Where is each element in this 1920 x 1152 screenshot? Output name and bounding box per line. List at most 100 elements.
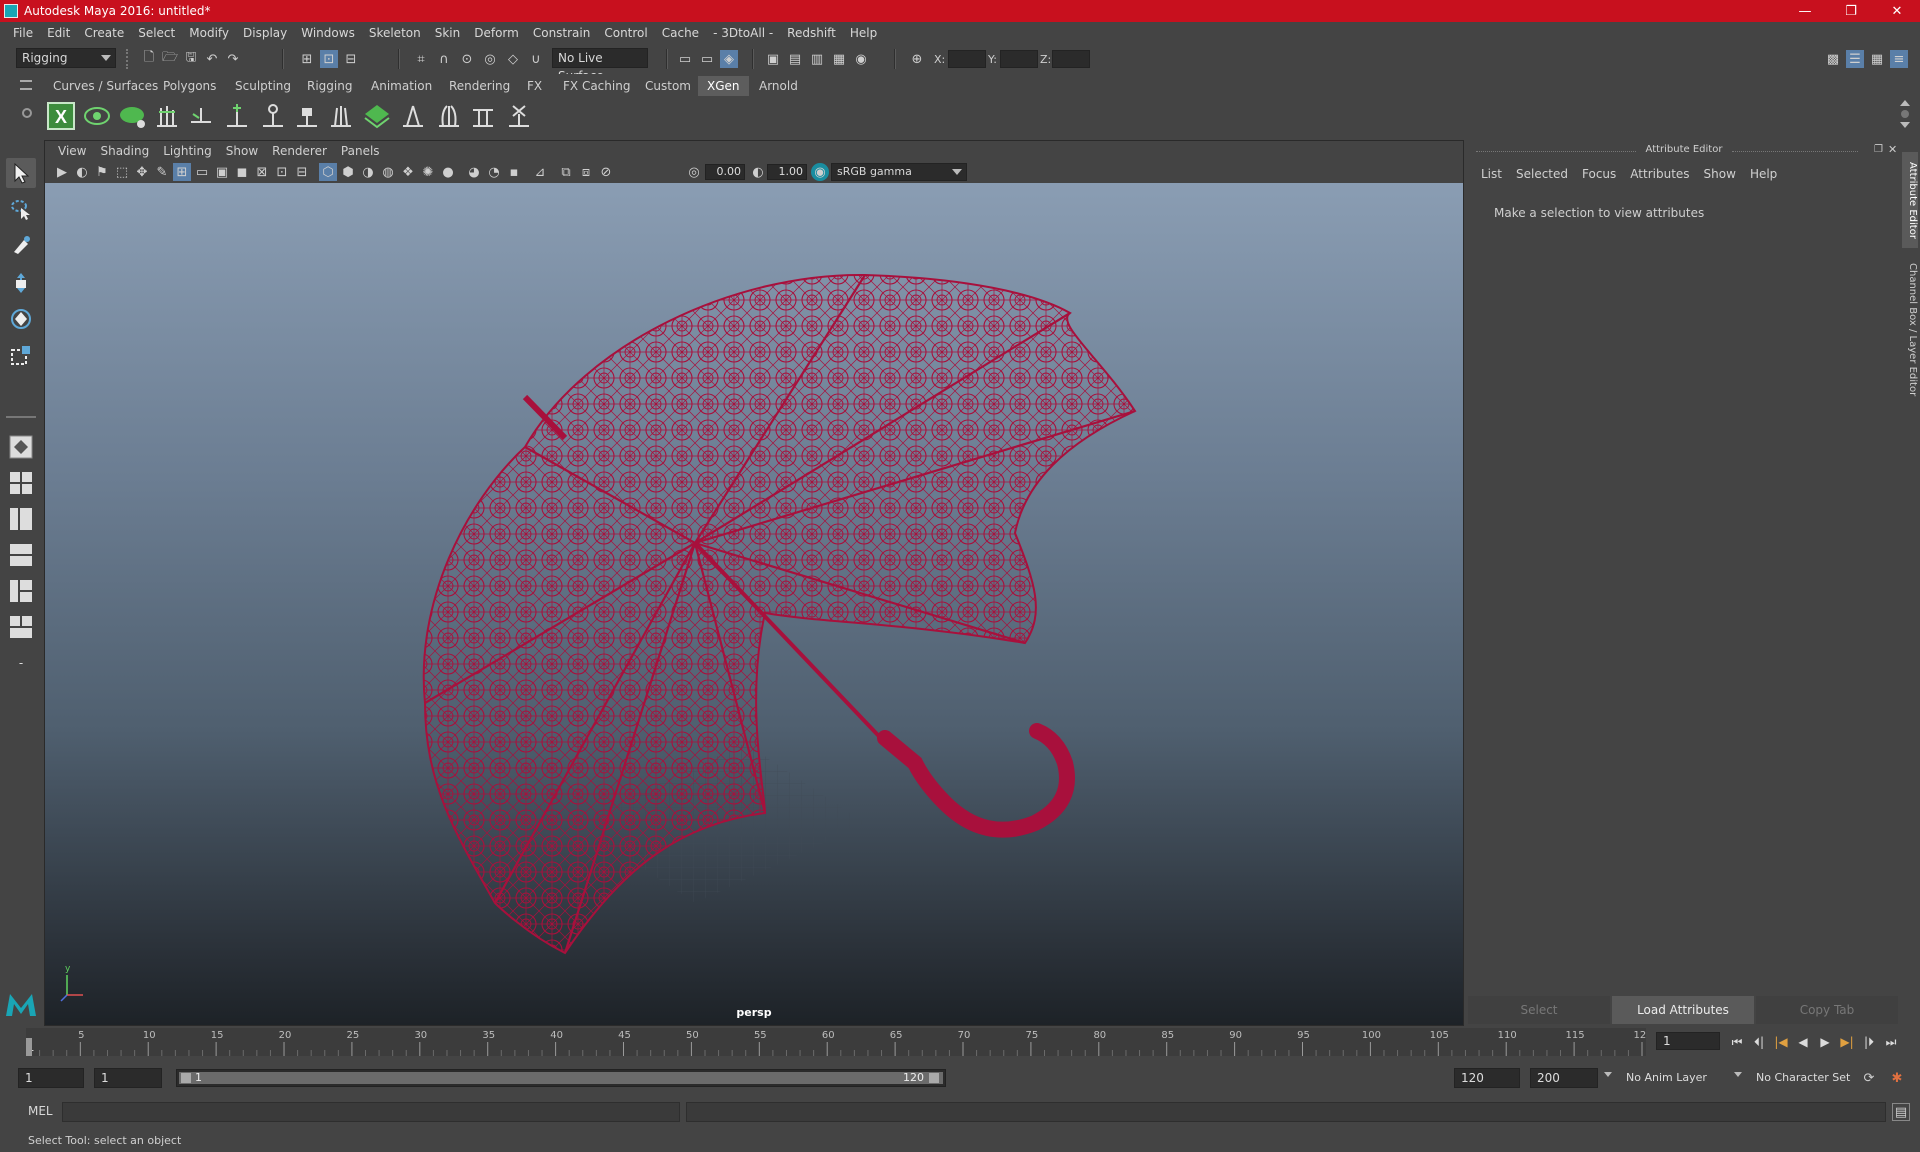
xgen-guide-cv-icon[interactable] [258, 101, 288, 131]
xray-joints-icon[interactable]: ⧈ [577, 163, 595, 181]
tab-curves-surfaces[interactable]: Curves / Surfaces [44, 76, 167, 96]
tab-polygons[interactable]: Polygons [154, 76, 225, 96]
persp-hypershade-layout[interactable] [6, 576, 36, 606]
auto-key-icon[interactable]: ⟳ [1860, 1069, 1878, 1087]
output-ops-icon[interactable]: ▭ [698, 50, 716, 68]
xgen-preview-icon[interactable] [82, 101, 112, 131]
textured-icon[interactable]: ❖ [399, 163, 417, 181]
isolate-select-icon[interactable]: ⊿ [531, 163, 549, 181]
undo-icon[interactable]: ↶ [203, 50, 221, 68]
step-forward-key-icon[interactable]: ▶| [1838, 1034, 1856, 1050]
gamma-field[interactable]: 1.00 [767, 164, 807, 180]
save-scene-icon[interactable]: 🖫 [182, 50, 200, 68]
view-transform-dropdown[interactable]: sRGB gamma [831, 163, 967, 181]
range-slider-fill[interactable] [179, 1072, 943, 1084]
xray-icon[interactable]: ⧉ [557, 163, 575, 181]
menu-skeleton[interactable]: Skeleton [362, 22, 428, 44]
paint-select-tool[interactable] [6, 230, 36, 260]
anim-layer-dropdown[interactable]: No Anim Layer [1622, 1068, 1730, 1088]
xgen-normalize-icon[interactable] [398, 101, 428, 131]
screen-space-ao-icon[interactable]: ◕ [465, 163, 483, 181]
menu-file[interactable]: File [6, 22, 40, 44]
current-time-marker[interactable] [26, 1038, 32, 1056]
chevron-down-icon[interactable] [1604, 1072, 1612, 1077]
menuset-dropdown[interactable]: Rigging [16, 48, 116, 68]
y-coordinate-field[interactable] [1000, 50, 1038, 68]
rotate-tool[interactable] [6, 304, 36, 334]
shelf-scroll-arrows[interactable] [1900, 100, 1910, 132]
close-panel-icon[interactable]: ✕ [1888, 143, 1897, 156]
script-editor-icon[interactable]: ▤ [1892, 1103, 1910, 1121]
anti-aliasing-icon[interactable]: ▪ [505, 163, 523, 181]
snap-grid-icon[interactable]: ⌗ [412, 50, 430, 68]
grease-pencil-icon[interactable]: ✎ [153, 163, 171, 181]
step-forward-frame-icon[interactable]: |⏵ [1860, 1034, 1878, 1050]
chevron-down-icon[interactable] [1734, 1072, 1742, 1077]
range-start-handle[interactable] [181, 1073, 191, 1083]
snap-surface-icon[interactable]: ◇ [504, 50, 522, 68]
menu-modify[interactable]: Modify [182, 22, 236, 44]
modeling-toolkit-icon[interactable]: ▩ [1824, 50, 1842, 68]
animation-end-field[interactable]: 200 [1530, 1068, 1598, 1088]
construction-history-icon[interactable]: ◈ [720, 50, 738, 68]
select-component-icon[interactable]: ⊟ [342, 50, 360, 68]
menu-windows[interactable]: Windows [294, 22, 362, 44]
default-material-icon[interactable]: ◑ [359, 163, 377, 181]
ae-menu-focus[interactable]: Focus [1575, 167, 1623, 181]
character-set-dropdown[interactable]: No Character Set [1752, 1068, 1862, 1088]
maximize-button[interactable]: ❐ [1828, 0, 1874, 22]
ipr-render-icon[interactable]: ▥ [808, 50, 826, 68]
safe-title-icon[interactable]: ⊟ [293, 163, 311, 181]
grid-toggle-icon[interactable]: ⊞ [173, 163, 191, 181]
viewport-menu-shading[interactable]: Shading [93, 144, 156, 158]
camera-select-icon[interactable]: ▶ [53, 163, 71, 181]
menu-3dtoall[interactable]: - 3DtoAll - [706, 22, 780, 44]
menu-constrain[interactable]: Constrain [526, 22, 598, 44]
xgen-delete-guide-icon[interactable] [504, 101, 534, 131]
xray-components-icon[interactable]: ⊘ [597, 163, 615, 181]
xgen-groom-icon[interactable] [362, 101, 392, 131]
ae-menu-help[interactable]: Help [1743, 167, 1784, 181]
image-plane-icon[interactable]: ⬚ [113, 163, 131, 181]
lights-icon[interactable]: ✺ [419, 163, 437, 181]
attribute-editor-toggle-icon[interactable]: ☰ [1846, 50, 1864, 68]
menu-deform[interactable]: Deform [467, 22, 526, 44]
exposure-field[interactable]: 0.00 [705, 164, 745, 180]
motion-blur-icon[interactable]: ◔ [485, 163, 503, 181]
ae-select-button[interactable]: Select [1468, 996, 1610, 1024]
xgen-editor-icon[interactable]: X [46, 101, 76, 131]
go-to-end-icon[interactable]: ⏭ [1882, 1034, 1900, 1050]
camera-attributes-icon[interactable]: ◐ [73, 163, 91, 181]
magnet-icon[interactable]: ∪ [527, 50, 545, 68]
xgen-sculpt-guide-icon[interactable] [222, 101, 252, 131]
viewport-menu-lighting[interactable]: Lighting [156, 144, 219, 158]
tab-fx[interactable]: FX [518, 76, 551, 96]
step-back-frame-icon[interactable]: ⏴| [1750, 1034, 1768, 1050]
tab-animation[interactable]: Animation [362, 76, 441, 96]
float-panel-icon[interactable]: ❐ [1874, 144, 1883, 155]
x-coordinate-field[interactable] [948, 50, 986, 68]
shadows-icon[interactable]: ● [439, 163, 457, 181]
shelf-options-icon[interactable] [22, 108, 32, 118]
step-back-key-icon[interactable]: |◀ [1772, 1034, 1790, 1050]
xgen-bend-icon[interactable] [434, 101, 464, 131]
new-scene-icon[interactable]: 🗋 [140, 50, 158, 68]
input-ops-icon[interactable]: ▭ [676, 50, 694, 68]
film-gate-icon[interactable]: ▭ [193, 163, 211, 181]
persp-graph-layout[interactable] [6, 540, 36, 570]
script-language-label[interactable]: MEL [28, 1104, 53, 1118]
tab-rigging[interactable]: Rigging [298, 76, 361, 96]
ae-menu-show[interactable]: Show [1697, 167, 1743, 181]
menu-control[interactable]: Control [597, 22, 654, 44]
transform-constraint-icon[interactable]: ⊕ [908, 50, 926, 68]
tab-channel-box-layer-editor[interactable]: Channel Box / Layer Editor [1902, 256, 1918, 404]
channel-box-toggle-icon[interactable]: ≡ [1890, 50, 1908, 68]
snap-point-icon[interactable]: ⊙ [458, 50, 476, 68]
menu-skin[interactable]: Skin [428, 22, 468, 44]
gate-mask-icon[interactable]: ◼ [233, 163, 251, 181]
viewport-menu-view[interactable]: View [51, 144, 93, 158]
range-slider[interactable]: 1 120 [176, 1069, 946, 1087]
resolution-gate-icon[interactable]: ▣ [213, 163, 231, 181]
select-hierarchy-icon[interactable]: ⊞ [298, 50, 316, 68]
menu-help[interactable]: Help [843, 22, 884, 44]
